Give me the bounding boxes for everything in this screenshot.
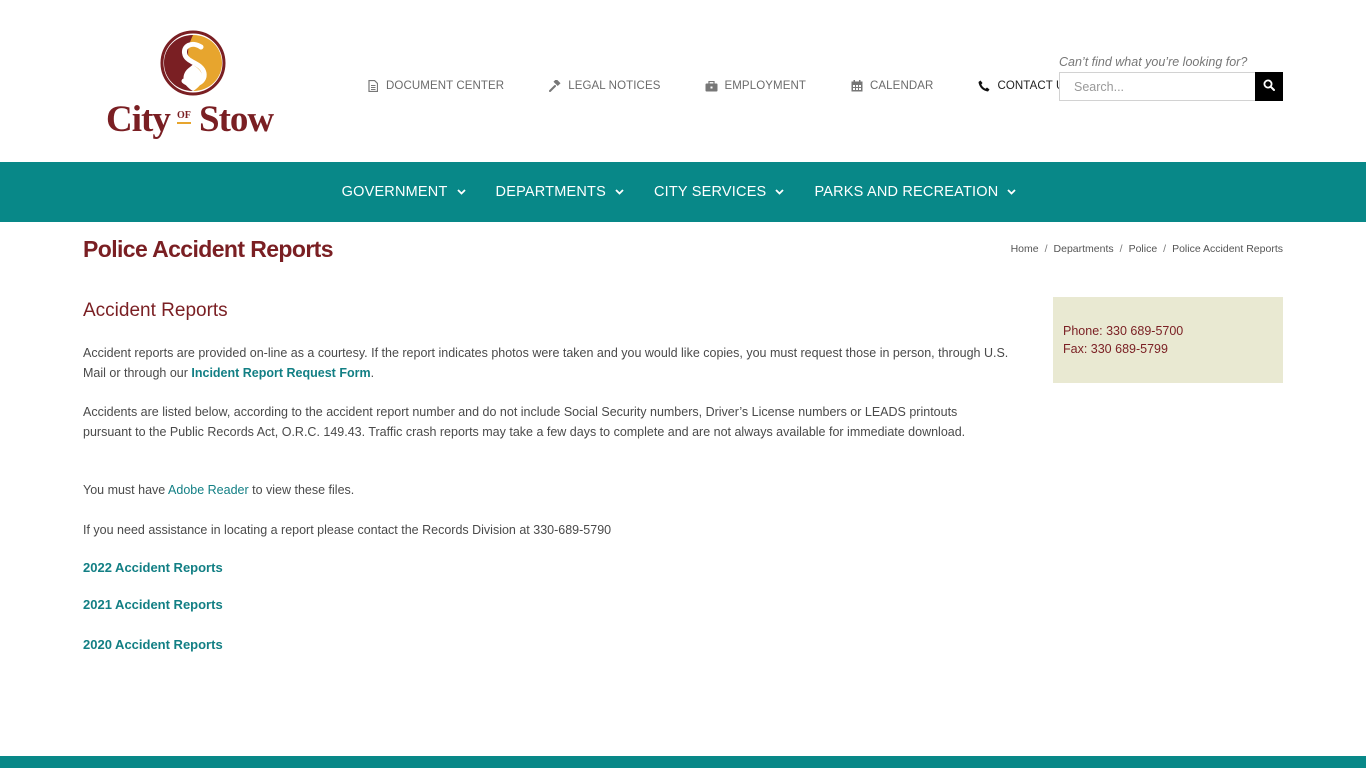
logo-city-text: City	[106, 99, 171, 140]
topnav-label: EMPLOYMENT	[724, 80, 806, 92]
accident-reports-2020-link[interactable]: 2020 Accident Reports	[83, 637, 223, 652]
topnav-employment[interactable]: EMPLOYMENT	[704, 79, 806, 93]
logo-of-text: OF	[177, 110, 191, 124]
search-row	[1059, 72, 1283, 101]
search-icon	[1263, 78, 1275, 96]
page-title: Police Accident Reports	[83, 236, 334, 262]
nav-parks-and-recreation[interactable]: PARKS AND RECREATION	[814, 184, 1017, 200]
search-area: Can’t find what you’re looking for?	[1059, 53, 1283, 101]
city-of-stow-logo[interactable]: City OF Stow	[104, 30, 286, 142]
nav-label: GOVERNMENT	[341, 184, 448, 200]
nav-departments[interactable]: DEPARTMENTS	[496, 184, 624, 200]
topnav-label: DOCUMENT CENTER	[386, 80, 505, 92]
logo-stow-text: Stow	[199, 99, 274, 140]
topnav-label: LEGAL NOTICES	[568, 80, 661, 92]
adobe-before: You must have	[83, 483, 169, 497]
breadcrumb-departments[interactable]: Departments	[1054, 243, 1114, 255]
breadcrumb-separator: /	[1119, 243, 1123, 255]
logo-wordmark: City OF Stow	[104, 98, 286, 140]
chevron-down-icon	[615, 189, 624, 195]
main-nav: GOVERNMENT DEPARTMENTS CITY SERVICES PAR…	[0, 162, 1366, 222]
briefcase-icon	[704, 79, 718, 93]
topnav-calendar[interactable]: CALENDAR	[850, 79, 933, 93]
adobe-reader-link[interactable]: Adobe Reader	[168, 483, 249, 497]
chevron-down-icon	[456, 189, 466, 195]
intro-paragraph: Accident reports are provided on-line as…	[83, 344, 1013, 383]
breadcrumb-separator: /	[1044, 243, 1048, 255]
nav-label: PARKS AND RECREATION	[814, 184, 999, 200]
listing-paragraph: Accidents are listed below, according to…	[83, 405, 966, 439]
nav-city-services[interactable]: CITY SERVICES	[653, 184, 785, 200]
contact-sidebar: Phone: 330 689-5700 Fax: 330 689-5799	[1053, 297, 1283, 383]
nav-label: CITY SERVICES	[653, 184, 767, 200]
topnav-legal-notices[interactable]: LEGAL NOTICES	[548, 79, 660, 93]
nav-label: DEPARTMENTS	[495, 184, 606, 200]
sidebar-phone: Phone: 330 689-5700	[1063, 324, 1184, 338]
chevron-down-icon	[1007, 189, 1017, 195]
site-header: City OF Stow DOCUMENT CENTER LEGAL NOTIC…	[0, 0, 1366, 162]
footer-strip	[0, 756, 1366, 768]
topnav-document-center[interactable]: DOCUMENT CENTER	[366, 79, 504, 93]
search-input[interactable]	[1059, 72, 1255, 101]
breadcrumb-home[interactable]: Home	[1011, 243, 1039, 255]
sidebar-fax: Fax: 330 689-5799	[1063, 342, 1168, 356]
document-icon	[366, 79, 380, 93]
accident-reports-2021-link[interactable]: 2021 Accident Reports	[83, 597, 223, 612]
adobe-paragraph: You must have Adobe Reader to view these…	[83, 481, 354, 501]
intro-end: .	[370, 365, 375, 380]
topnav-contact-us[interactable]: CONTACT US	[977, 79, 1072, 93]
gavel-icon	[548, 79, 562, 93]
topnav-label: CALENDAR	[870, 80, 934, 92]
breadcrumb-current: Police Accident Reports	[1172, 243, 1283, 255]
search-hint: Can’t find what you’re looking for?	[1059, 55, 1248, 69]
search-button[interactable]	[1255, 72, 1283, 101]
stow-emblem-icon	[160, 30, 226, 96]
main-nav-list: GOVERNMENT DEPARTMENTS CITY SERVICES PAR…	[327, 184, 1032, 200]
breadcrumb-separator: /	[1163, 243, 1167, 255]
assistance-paragraph: If you need assistance in locating a rep…	[83, 523, 612, 537]
section-heading: Accident Reports	[83, 300, 228, 321]
nav-government[interactable]: GOVERNMENT	[342, 184, 466, 200]
incident-report-request-form-link[interactable]: Incident Report Request Form	[191, 366, 370, 380]
calendar-icon	[850, 79, 864, 93]
breadcrumb-police[interactable]: Police	[1129, 243, 1158, 255]
adobe-after: to view these files.	[248, 483, 355, 497]
chevron-down-icon	[775, 189, 785, 195]
utility-nav: DOCUMENT CENTER LEGAL NOTICES EMPLOYMENT…	[366, 77, 1072, 95]
main-content: Accident Reports Accident reports are pr…	[83, 296, 1013, 652]
accident-reports-2022-link[interactable]: 2022 Accident Reports	[83, 560, 223, 575]
phone-icon	[977, 79, 991, 93]
breadcrumb: Home / Departments / Police / Police Acc…	[1011, 243, 1283, 255]
